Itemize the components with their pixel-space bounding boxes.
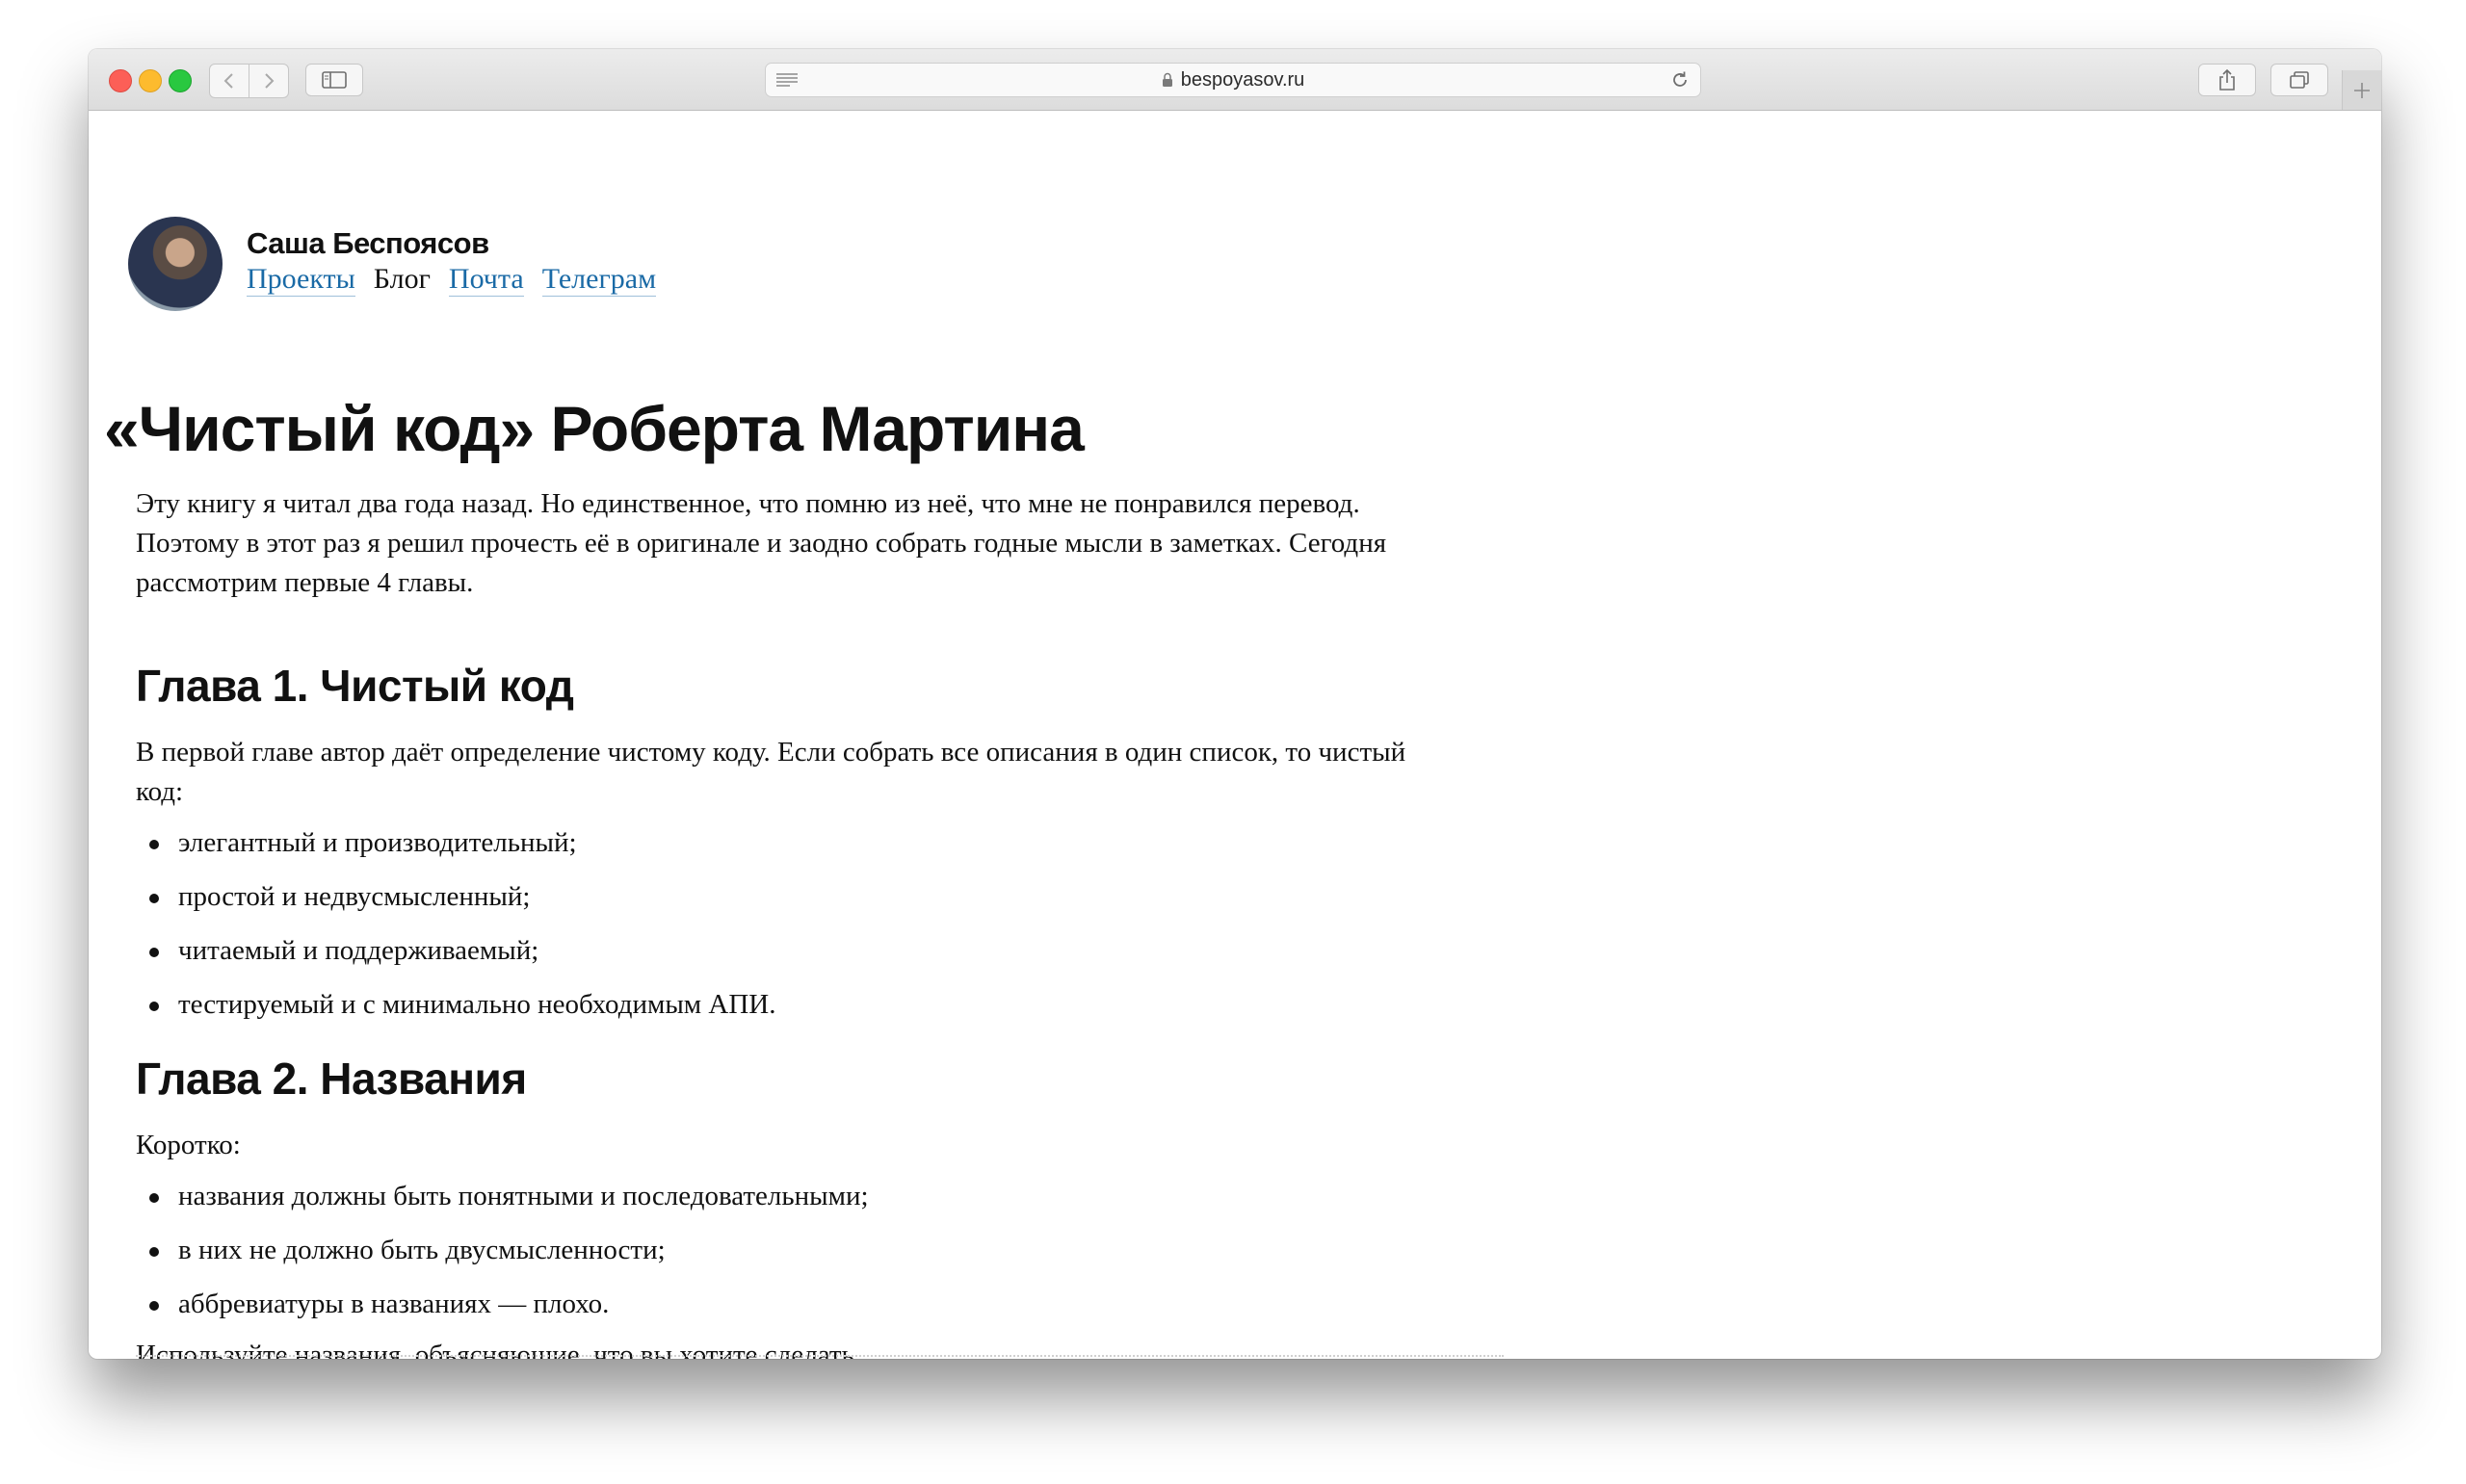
- show-tabs-button[interactable]: [2270, 64, 2328, 96]
- chevron-right-icon: [265, 73, 275, 89]
- tabs-overview-icon: [2290, 71, 2309, 89]
- new-tab-button[interactable]: [2342, 70, 2381, 110]
- url-text: bespoyasov.ru: [1180, 68, 1305, 91]
- chapter-1-list: элегантный и производительный; простой и…: [136, 823, 1446, 1025]
- nav-link-projects[interactable]: Проекты: [247, 263, 355, 297]
- list-item: элегантный и производительный;: [136, 823, 1446, 863]
- nav-link-telegram[interactable]: Телеграм: [541, 263, 657, 297]
- plus-icon: [2354, 82, 2370, 98]
- site-nav: Проекты Блог Почта Телеграм: [247, 263, 657, 297]
- avatar: [128, 217, 223, 311]
- sidebar-button[interactable]: [305, 64, 363, 96]
- post-title: «Чистый код» Роберта Мартина: [104, 393, 1085, 464]
- minimize-window-button[interactable]: [139, 69, 162, 92]
- author-name: Саша Беспоясов: [247, 226, 489, 260]
- share-button[interactable]: [2198, 64, 2256, 96]
- chapter-2-heading: Глава 2. Названия: [136, 1054, 527, 1104]
- close-window-button[interactable]: [109, 69, 132, 92]
- browser-toolbar: bespoyasov.ru: [89, 49, 2381, 111]
- content-divider: [136, 1355, 1504, 1357]
- chapter-1-paragraph: В первой главе автор даёт определение чи…: [136, 737, 1406, 807]
- zoom-window-button[interactable]: [169, 69, 192, 92]
- list-item: названия должны быть понятными и последо…: [136, 1177, 1446, 1216]
- article-body: Эту книгу я читал два года назад. Но еди…: [136, 484, 1446, 1359]
- nav-link-mail[interactable]: Почта: [448, 263, 524, 297]
- list-item: аббревиатуры в названиях — плохо.: [136, 1285, 1446, 1324]
- nav-item-blog-current: Блог: [373, 263, 431, 295]
- lock-icon: [1162, 72, 1172, 87]
- list-item: читаемый и поддерживаемый;: [136, 931, 1446, 971]
- browser-window: bespoyasov.ru Саша Беспоясов Проекты Бло…: [89, 49, 2381, 1359]
- history-nav: [209, 64, 289, 98]
- sidebar-icon: [322, 71, 347, 89]
- intro-paragraph: Эту книгу я читал два года назад. Но еди…: [136, 488, 1387, 598]
- chapter-1-heading: Глава 1. Чистый код: [136, 661, 574, 711]
- list-item: простой и недвусмысленный;: [136, 877, 1446, 917]
- list-item: в них не должно быть двусмысленности;: [136, 1231, 1446, 1270]
- share-icon: [2219, 68, 2235, 91]
- chapter-2-paragraph: Коротко:: [136, 1130, 241, 1160]
- page-viewport: Саша Беспоясов Проекты Блог Почта Телегр…: [89, 111, 2381, 1359]
- chevron-left-icon: [223, 73, 233, 89]
- address-bar[interactable]: bespoyasov.ru: [765, 63, 1701, 97]
- reload-icon[interactable]: [1669, 69, 1691, 91]
- chapter-2-list: названия должны быть понятными и последо…: [136, 1177, 1446, 1324]
- forward-button[interactable]: [249, 65, 288, 97]
- list-item: тестируемый и с минимально необходимым А…: [136, 985, 1446, 1025]
- back-button[interactable]: [210, 65, 249, 97]
- url-display: bespoyasov.ru: [766, 64, 1700, 96]
